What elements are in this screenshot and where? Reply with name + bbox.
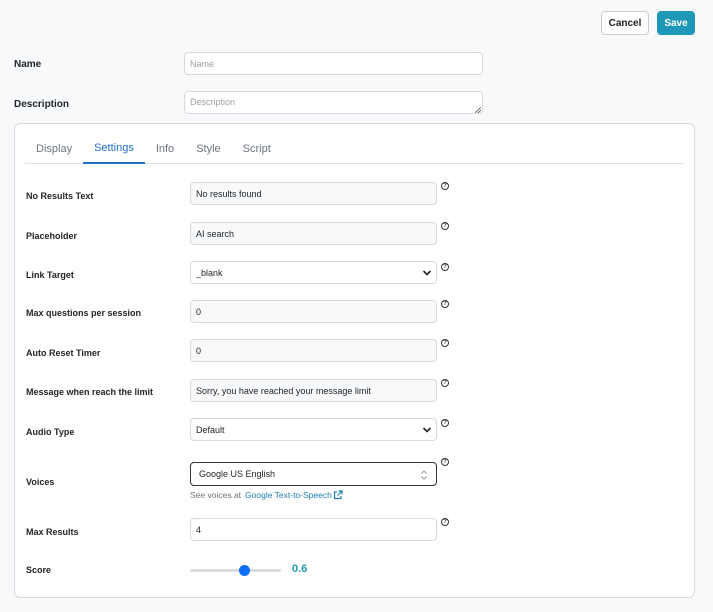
max-results-label: Max Results <box>26 527 79 537</box>
name-input[interactable] <box>184 52 483 75</box>
voices-hint: See voices at Google Text-to-Speech <box>190 490 343 500</box>
max-results-input[interactable]: 4 <box>190 518 437 541</box>
placeholder-value: AI search <box>196 228 235 239</box>
link-target-label: Link Target <box>26 270 74 280</box>
no-results-text-input[interactable]: No results found <box>190 182 437 205</box>
voices-value: Google US English <box>199 469 276 479</box>
auto-reset-timer-label: Auto Reset Timer <box>26 348 101 358</box>
question-circle-icon[interactable]: ? <box>441 518 449 526</box>
max-questions-input[interactable]: 0 <box>190 300 437 323</box>
score-label: Score <box>26 565 52 575</box>
updown-chevron-icon <box>421 470 427 480</box>
audio-type-label: Audio Type <box>26 427 75 437</box>
max-results-value: 4 <box>196 524 202 535</box>
link-target-select[interactable]: _blank <box>190 261 437 284</box>
limit-message-input[interactable]: Sorry, you have reached your message lim… <box>190 379 437 402</box>
question-circle-icon[interactable]: ? <box>441 182 449 190</box>
description-label: Description <box>14 99 70 110</box>
save-button[interactable]: Save <box>657 11 695 35</box>
max-questions-label: Max questions per session <box>26 308 142 318</box>
question-circle-icon[interactable]: ? <box>441 263 449 271</box>
external-link-icon[interactable] <box>333 490 343 500</box>
no-results-text-value: No results found <box>196 188 262 199</box>
score-value: 0.6 <box>292 563 308 575</box>
question-circle-icon[interactable]: ? <box>441 222 449 230</box>
tab-display[interactable]: Display <box>25 133 83 164</box>
audio-type-value: Default <box>196 424 225 435</box>
settings-panel: Display Settings Info Style Script No Re… <box>14 123 695 598</box>
tab-settings[interactable]: Settings <box>83 133 145 164</box>
cancel-button[interactable]: Cancel <box>601 11 649 35</box>
limit-message-label: Message when reach the limit <box>26 387 154 397</box>
placeholder-input[interactable]: AI search <box>190 222 437 245</box>
google-tts-link[interactable]: Google Text-to-Speech <box>245 490 332 500</box>
chevron-down-icon <box>422 427 432 433</box>
audio-type-select[interactable]: Default <box>190 418 437 441</box>
tab-bar: Display Settings Info Style Script <box>25 133 684 164</box>
max-questions-value: 0 <box>196 306 202 317</box>
description-input[interactable] <box>184 91 483 114</box>
score-slider-track[interactable] <box>190 569 281 572</box>
chevron-down-icon <box>422 270 432 276</box>
voices-label: Voices <box>26 477 55 487</box>
no-results-text-label: No Results Text <box>26 191 94 201</box>
score-slider-thumb[interactable] <box>239 565 251 576</box>
question-circle-icon[interactable]: ? <box>441 458 449 466</box>
tab-info[interactable]: Info <box>145 133 185 164</box>
link-target-value: _blank <box>196 267 223 278</box>
tab-style[interactable]: Style <box>185 133 231 164</box>
question-circle-icon[interactable]: ? <box>441 379 449 387</box>
question-circle-icon[interactable]: ? <box>441 339 449 347</box>
question-circle-icon[interactable]: ? <box>441 419 449 427</box>
voices-select[interactable]: Google US English <box>190 462 437 486</box>
placeholder-label: Placeholder <box>26 231 78 241</box>
question-circle-icon[interactable]: ? <box>441 300 449 308</box>
auto-reset-timer-value: 0 <box>196 345 202 356</box>
auto-reset-timer-input[interactable]: 0 <box>190 339 437 362</box>
limit-message-value: Sorry, you have reached your message lim… <box>196 385 371 396</box>
name-label: Name <box>14 59 42 70</box>
tab-script[interactable]: Script <box>232 133 282 164</box>
voices-hint-prefix: See voices at <box>190 490 242 500</box>
